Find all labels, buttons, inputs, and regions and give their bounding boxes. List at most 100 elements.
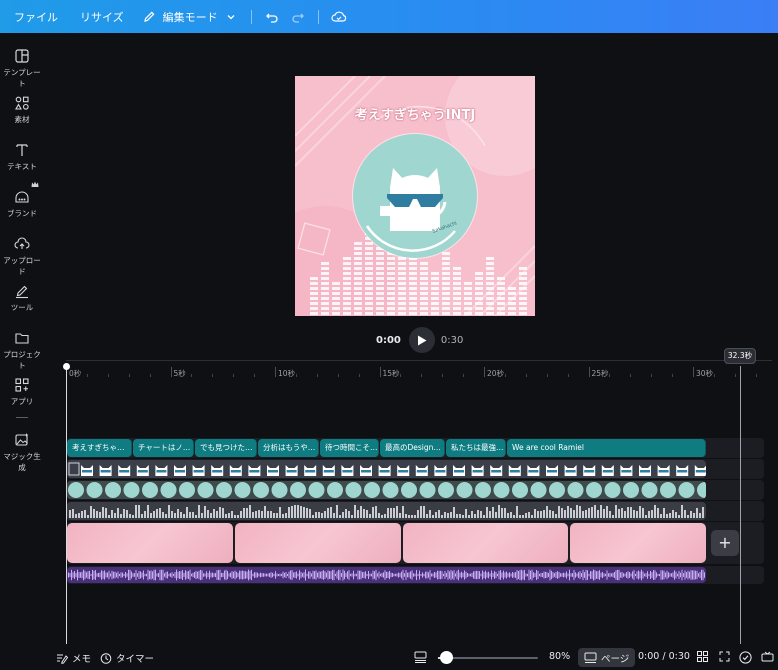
ruler-tick <box>170 367 172 377</box>
redo-icon[interactable] <box>290 9 306 25</box>
design-canvas[interactable]: Sakahachi 考えすぎちゃうINTJ <box>295 76 535 316</box>
background-image-clip[interactable] <box>67 523 233 563</box>
timer-icon <box>100 653 112 664</box>
sidebar-item-label: 素材 <box>14 115 30 124</box>
editor-app: ファイル リサイズ 編集モード テンプレート 素材 テキスト ブランド アップロ… <box>0 0 778 670</box>
ruler-tick <box>588 367 590 377</box>
grid-view-icon[interactable] <box>697 651 708 662</box>
page-view-button[interactable]: ページ <box>578 648 636 667</box>
ruler-minor-tick <box>358 374 360 377</box>
sidebar-item-brand[interactable]: ブランド <box>0 181 44 219</box>
apps-icon <box>15 378 29 392</box>
notes-button[interactable]: メモ <box>56 651 91 665</box>
ruler-minor-tick <box>400 374 402 377</box>
fullscreen-icon[interactable] <box>719 651 730 662</box>
canvas-title: 考えすぎちゃうINTJ <box>354 108 476 123</box>
background-image-clip[interactable] <box>570 523 706 563</box>
ruler-minor-tick <box>233 374 235 377</box>
ruler-tick-label: 25秒 <box>591 369 609 378</box>
text-clip[interactable]: 最高のDesign… <box>380 439 445 457</box>
text-clip[interactable]: チャートはノ… <box>133 439 194 457</box>
notes-label: メモ <box>72 654 92 665</box>
ruler-minor-tick <box>734 374 736 377</box>
timeline-divider <box>66 360 772 361</box>
text-clip[interactable]: We are cool Ramiel <box>507 439 706 457</box>
thumbnail-toggle[interactable] <box>414 651 427 663</box>
sidebar-item-label: テンプレート <box>3 68 41 88</box>
text-clip[interactable]: 私たちは最強… <box>446 439 506 457</box>
sidebar-item-templates[interactable]: テンプレート <box>0 48 44 89</box>
ruler-minor-tick <box>128 374 130 377</box>
ruler-tick <box>379 367 381 377</box>
cloud-sync-icon[interactable] <box>331 9 347 25</box>
text-clip[interactable]: 分析はもうや… <box>258 439 319 457</box>
draw-tool-icon <box>16 285 28 299</box>
text-clip[interactable]: でも見つけた… <box>195 439 257 457</box>
total-duration: 0:30 <box>440 334 464 346</box>
sidebar-item-apps[interactable]: アプリ <box>0 377 44 407</box>
timer-button[interactable]: タイマー <box>100 651 154 665</box>
present-icon[interactable] <box>761 651 774 663</box>
zoom-value[interactable]: 80% <box>549 651 570 662</box>
play-icon <box>417 335 427 345</box>
check-icon[interactable] <box>739 651 752 664</box>
sidebar-item-projects[interactable]: プロジェクト <box>0 330 44 371</box>
sidebar-item-elements[interactable]: 素材 <box>0 95 44 125</box>
playhead-handle[interactable] <box>63 363 70 370</box>
edit-mode-label: 編集モード <box>162 10 218 24</box>
resize-menu[interactable]: リサイズ <box>80 9 124 25</box>
audio-clip[interactable] <box>67 567 706 583</box>
text-icon <box>16 144 28 156</box>
magic-media-icon <box>15 433 29 446</box>
equalizer-graphic-clip[interactable] <box>67 502 706 520</box>
zoom-slider-handle[interactable] <box>440 651 453 664</box>
ruler-minor-tick <box>567 374 569 377</box>
add-page-button[interactable]: + <box>711 530 739 556</box>
ruler-minor-tick <box>107 374 109 377</box>
toolbar-divider <box>250 9 252 24</box>
end-time-badge[interactable]: 32.3秒 <box>724 348 756 364</box>
text-clip[interactable]: 待つ時間こそ… <box>320 439 379 457</box>
sidebar-item-label: マジック生成 <box>3 452 41 472</box>
sidebar-item-text[interactable]: テキスト <box>0 142 44 172</box>
ruler-minor-tick <box>295 374 297 377</box>
end-marker-line <box>740 366 741 644</box>
ruler-minor-tick <box>212 374 214 377</box>
sidebar-item-uploads[interactable]: アップロード <box>0 236 44 277</box>
ruler-tick-label: 20秒 <box>487 369 505 378</box>
elements-icon <box>15 96 29 110</box>
cat-thumbnails <box>68 462 706 476</box>
sidebar-item-label: ブランド <box>7 209 37 218</box>
crown-icon <box>31 181 39 187</box>
text-clip[interactable]: 考えすぎちゃ… <box>67 439 132 457</box>
ruler-minor-tick <box>651 374 653 377</box>
file-menu[interactable]: ファイル <box>14 9 58 25</box>
ruler-minor-tick <box>713 374 715 377</box>
ruler-minor-tick <box>442 374 444 377</box>
ruler-tick <box>484 367 485 377</box>
ruler-minor-tick <box>525 374 527 377</box>
ruler-minor-tick <box>86 374 88 377</box>
background-image-clip[interactable] <box>403 523 568 563</box>
sidebar-item-label: プロジェクト <box>3 350 41 370</box>
cat-graphic-clip[interactable] <box>67 460 706 478</box>
timer-label: タイマー <box>116 654 155 665</box>
sidebar-item-tools[interactable]: ツール <box>0 283 44 313</box>
undo-icon[interactable] <box>264 9 280 25</box>
ruler-tick-label: 10秒 <box>278 369 296 378</box>
circle-thumbnails <box>68 482 706 498</box>
ruler-tick-label: 15秒 <box>382 369 400 378</box>
ruler-minor-tick <box>463 374 465 377</box>
playback-controls: 0:00 0:30 <box>376 326 463 354</box>
circle-graphic-clip[interactable] <box>67 481 706 499</box>
notes-icon <box>57 654 68 664</box>
equalizer-thumbnails <box>69 505 704 518</box>
play-button[interactable] <box>408 327 435 353</box>
background-image-clip[interactable] <box>235 523 401 563</box>
zoom-slider-track[interactable] <box>438 657 538 659</box>
sidebar-item-label: テキスト <box>7 162 37 171</box>
sidebar-item-magic-media[interactable]: マジック生成 <box>0 432 44 473</box>
bottom-bar: メモ タイマー 80% ページ 0:00 / 0:30 <box>0 646 778 670</box>
edit-mode-dropdown[interactable]: 編集モード <box>142 9 239 25</box>
ruler-minor-tick <box>755 374 757 377</box>
